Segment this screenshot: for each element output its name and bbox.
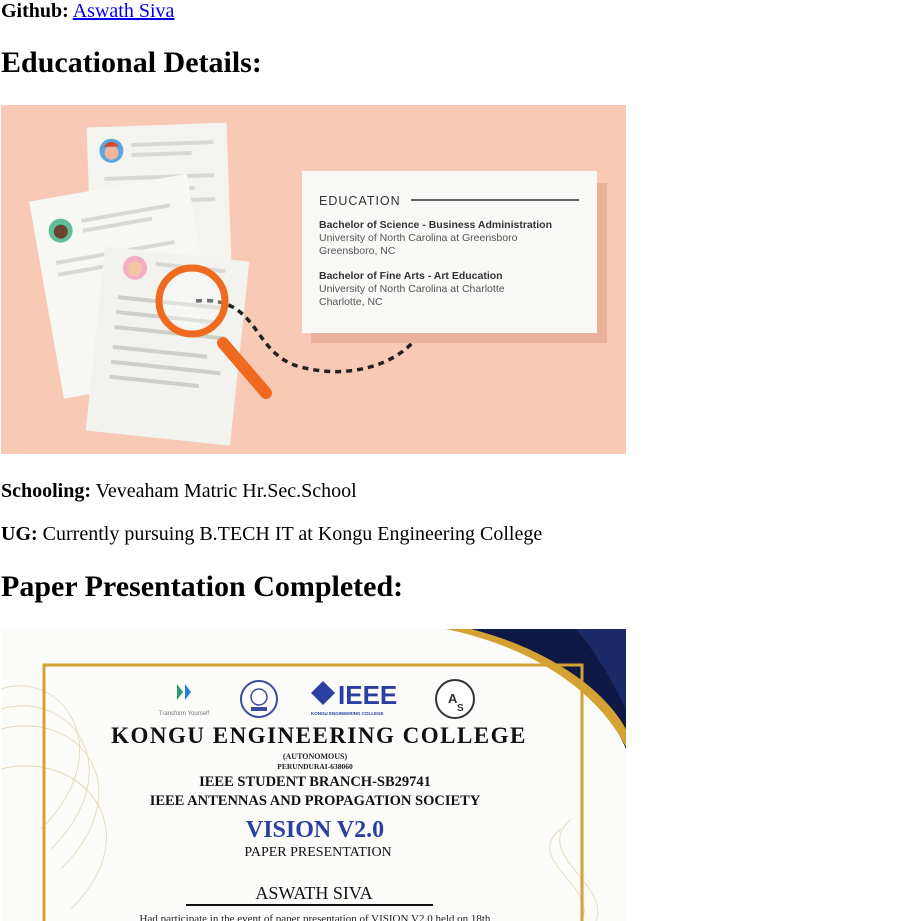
autonomous-text: (AUTONOMOUS): [283, 752, 348, 761]
entry2-school: University of North Carolina at Charlott…: [319, 283, 505, 295]
branch-text: IEEE STUDENT BRANCH-SB29741: [199, 774, 431, 790]
education-heading: Educational Details:: [1, 46, 262, 79]
recipient-name: ASWATH SIVA: [255, 883, 372, 903]
schooling-value: Veveaham Matric Hr.Sec.School: [95, 480, 357, 502]
ug-value: Currently pursuing B.TECH IT at Kongu En…: [42, 523, 543, 545]
github-label: Github:: [1, 0, 69, 22]
certificate-image: Transform Yourself IEEE KONGU ENGINEERIN…: [1, 629, 626, 921]
society-text: IEEE ANTENNAS AND PROPAGATION SOCIETY: [150, 793, 481, 809]
event-title: VISION V2.0: [246, 817, 384, 843]
ug-label: UG:: [1, 523, 38, 545]
entry2-city: Charlotte, NC: [319, 296, 383, 308]
github-line: Github: Aswath Siva: [1, 0, 174, 23]
event-type: PAPER PRESENTATION: [244, 845, 391, 860]
schooling-label: Schooling:: [1, 480, 92, 502]
github-link[interactable]: Aswath Siva: [73, 0, 175, 22]
college-emblem-icon: [240, 680, 278, 718]
certificate-body: Had participate in the event of paper pr…: [140, 913, 491, 921]
logo-tagline: Transform Yourself: [159, 711, 209, 717]
entry1-school: University of North Carolina at Greensbo…: [319, 232, 518, 244]
education-illustration: EDUCATION Bachelor of Science - Business…: [1, 105, 626, 454]
card-title: EDUCATION: [319, 194, 401, 208]
aps-logo-icon: A S: [435, 679, 475, 719]
svg-text:S: S: [457, 703, 464, 714]
ug-line: UG: Currently pursuing B.TECH IT at Kong…: [1, 522, 542, 546]
college-name: KONGU ENGINEERING COLLEGE: [111, 723, 527, 748]
location-text: PERUNDURAI-638060: [277, 762, 353, 771]
entry1-degree: Bachelor of Science - Business Administr…: [319, 219, 552, 231]
ieee-text: IEEE: [338, 680, 397, 710]
paper-heading: Paper Presentation Completed:: [1, 570, 404, 603]
entry2-degree: Bachelor of Fine Arts - Art Education: [319, 270, 503, 282]
ieee-subtitle: KONGU ENGINEERING COLLEGE: [311, 711, 384, 716]
entry1-city: Greensboro, NC: [319, 245, 396, 257]
schooling-line: Schooling: Veveaham Matric Hr.Sec.School: [1, 479, 357, 503]
